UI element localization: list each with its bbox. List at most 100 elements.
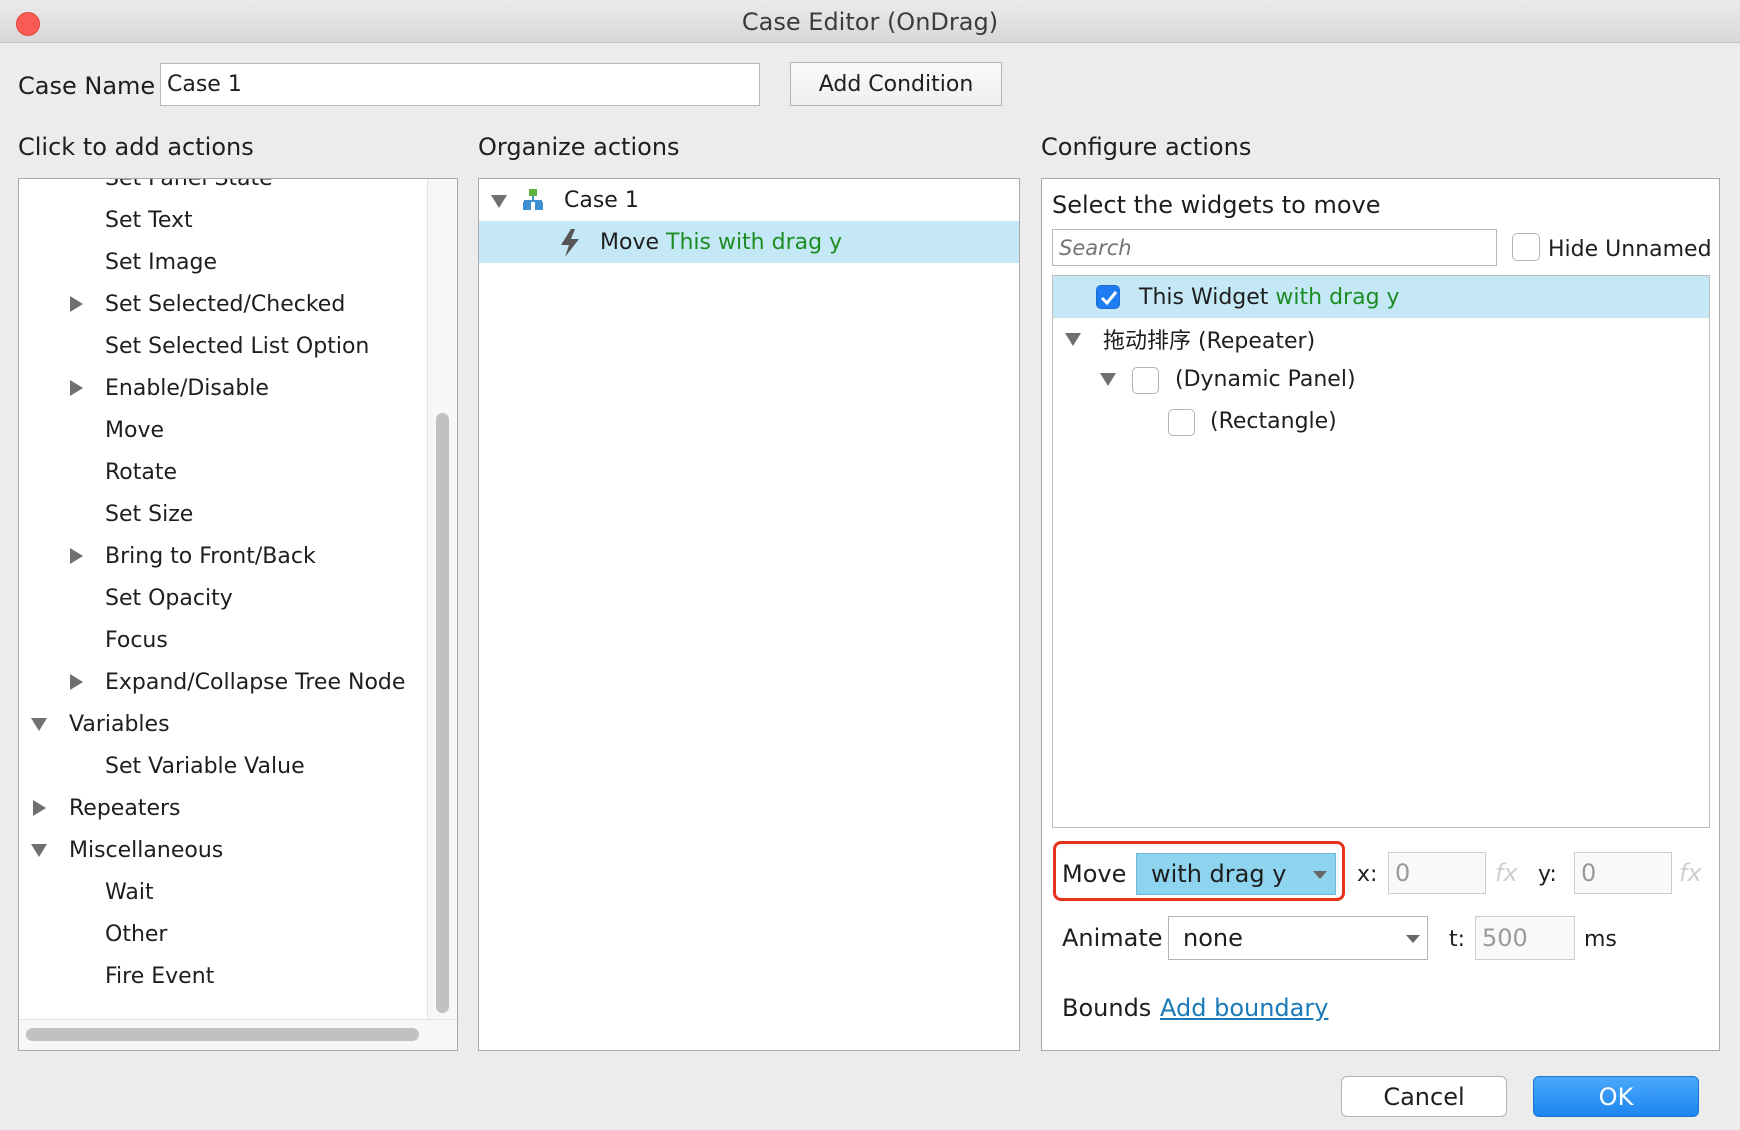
chevron-down-icon (1313, 871, 1327, 879)
group-label: Repeaters (69, 795, 181, 821)
action-label: Enable/Disable (105, 375, 269, 401)
action-focus[interactable]: Focus (19, 619, 427, 661)
action-other[interactable]: Other (19, 913, 427, 955)
chevron-down-icon (1406, 935, 1420, 943)
action-set-opacity[interactable]: Set Opacity (19, 577, 427, 619)
action-label: Rotate (105, 459, 178, 485)
horizontal-scrollbar[interactable] (19, 1019, 457, 1050)
tree-item-repeater[interactable]: 拖动排序 (Repeater) (1053, 318, 1709, 360)
action-label: Set Size (105, 501, 194, 527)
action-label: Set Selected/Checked (105, 291, 346, 317)
x-input[interactable]: 0 (1388, 852, 1486, 894)
action-set-variable-value[interactable]: Set Variable Value (19, 745, 427, 787)
t-label: t: (1449, 927, 1466, 952)
expand-arrow-icon[interactable] (70, 296, 83, 312)
tree-item-dynamic-panel[interactable]: (Dynamic Panel) (1053, 358, 1709, 400)
y-value: 0 (1581, 859, 1597, 887)
action-label: Set Opacity (105, 585, 233, 611)
action-label: Set Image (105, 249, 218, 275)
group-repeaters[interactable]: Repeaters (19, 787, 427, 829)
duration-input[interactable]: 500 (1475, 916, 1575, 960)
rectangle-checkbox[interactable] (1168, 409, 1195, 436)
expand-arrow-icon[interactable] (70, 380, 83, 396)
tree-item-this-widget[interactable]: This Widget with drag y (1053, 276, 1709, 318)
group-miscellaneous[interactable]: Miscellaneous (19, 829, 427, 871)
action-fire-event[interactable]: Fire Event (19, 955, 427, 997)
action-bring-to-front-back[interactable]: Bring to Front/Back (19, 535, 427, 577)
action-set-selected-list-option[interactable]: Set Selected List Option (19, 325, 427, 367)
checkmark-icon (1100, 291, 1118, 306)
add-condition-button[interactable]: Add Condition (790, 62, 1002, 106)
organize-actions-header: Organize actions (478, 133, 680, 161)
expand-arrow-icon[interactable] (33, 800, 46, 816)
add-boundary-link[interactable]: Add boundary (1160, 994, 1328, 1022)
group-variables[interactable]: Variables (19, 703, 427, 745)
duration-value: 500 (1482, 924, 1528, 952)
x-label: x: (1357, 862, 1378, 887)
action-set-image[interactable]: Set Image (19, 241, 427, 283)
tree-item-rectangle[interactable]: (Rectangle) (1053, 400, 1709, 442)
action-move[interactable]: Move (19, 409, 427, 451)
move-label: Move (1062, 860, 1127, 888)
action-set-panel-state[interactable]: Set Panel State (19, 179, 427, 199)
animate-select[interactable]: none (1168, 916, 1428, 960)
y-fx-button[interactable]: fx (1679, 859, 1702, 887)
vertical-scroll-thumb[interactable] (436, 413, 449, 1013)
widgets-title: Select the widgets to move (1052, 191, 1381, 219)
action-enable-disable[interactable]: Enable/Disable (19, 367, 427, 409)
action-move-node[interactable]: Move This with drag y (479, 221, 1019, 263)
x-value: 0 (1395, 859, 1411, 887)
action-label: Fire Event (105, 963, 215, 989)
action-set-size[interactable]: Set Size (19, 493, 427, 535)
hide-unnamed-checkbox[interactable] (1512, 233, 1540, 261)
action-label: Wait (105, 879, 154, 905)
expand-arrow-icon[interactable] (70, 674, 83, 690)
animate-value: none (1183, 924, 1243, 952)
move-type-select[interactable]: with drag y (1136, 853, 1336, 895)
case-name-label: Case Name (18, 72, 156, 100)
collapse-arrow-icon[interactable] (1065, 333, 1081, 346)
action-target: This with drag y (666, 229, 843, 255)
action-label: Move (105, 417, 164, 443)
dynamic-panel-checkbox[interactable] (1132, 367, 1159, 394)
expand-arrow-icon[interactable] (70, 548, 83, 564)
hide-unnamed-label: Hide Unnamed (1548, 237, 1712, 262)
action-label: Expand/Collapse Tree Node (105, 669, 406, 695)
collapse-arrow-icon[interactable] (31, 844, 47, 857)
action-set-text[interactable]: Set Text (19, 199, 427, 241)
this-widget-checkbox[interactable] (1096, 285, 1120, 309)
action-label: Bring to Front/Back (105, 543, 316, 569)
case-node[interactable]: Case 1 (479, 179, 1019, 221)
animate-label: Animate (1062, 924, 1163, 952)
action-label: Set Variable Value (105, 753, 305, 779)
lightning-icon (561, 229, 579, 257)
vertical-scrollbar[interactable] (427, 179, 457, 1019)
case-name-input[interactable]: Case 1 (160, 63, 760, 106)
group-label: Miscellaneous (69, 837, 224, 863)
repeater-label: 拖动排序 (Repeater) (1103, 329, 1316, 354)
collapse-arrow-icon[interactable] (31, 718, 47, 731)
configure-actions-header: Configure actions (1041, 133, 1252, 161)
horizontal-scroll-thumb[interactable] (26, 1028, 419, 1041)
action-wait[interactable]: Wait (19, 871, 427, 913)
ok-button[interactable]: OK (1533, 1076, 1699, 1117)
collapse-arrow-icon[interactable] (491, 195, 507, 208)
organize-actions-panel: Case 1 Move This with drag y (478, 178, 1020, 1051)
close-window-button[interactable] (16, 12, 40, 36)
this-widget-label: This Widget (1139, 284, 1269, 310)
x-fx-button[interactable]: fx (1495, 859, 1518, 887)
action-set-selected-checked[interactable]: Set Selected/Checked (19, 283, 427, 325)
case-name-value: Case 1 (167, 72, 242, 97)
cancel-button[interactable]: Cancel (1341, 1076, 1507, 1117)
this-widget-suffix: with drag y (1275, 284, 1400, 310)
collapse-arrow-icon[interactable] (1100, 373, 1116, 386)
action-label: Set Text (105, 207, 193, 233)
action-label: Focus (105, 627, 168, 653)
widget-tree: This Widget with drag y 拖动排序 (Repeater) … (1052, 275, 1710, 828)
case-tree-icon (523, 189, 543, 210)
search-input[interactable] (1052, 229, 1497, 266)
action-rotate[interactable]: Rotate (19, 451, 427, 493)
action-expand-collapse-tree-node[interactable]: Expand/Collapse Tree Node (19, 661, 427, 703)
action-prefix: Move (600, 229, 659, 255)
y-input[interactable]: 0 (1574, 852, 1672, 894)
